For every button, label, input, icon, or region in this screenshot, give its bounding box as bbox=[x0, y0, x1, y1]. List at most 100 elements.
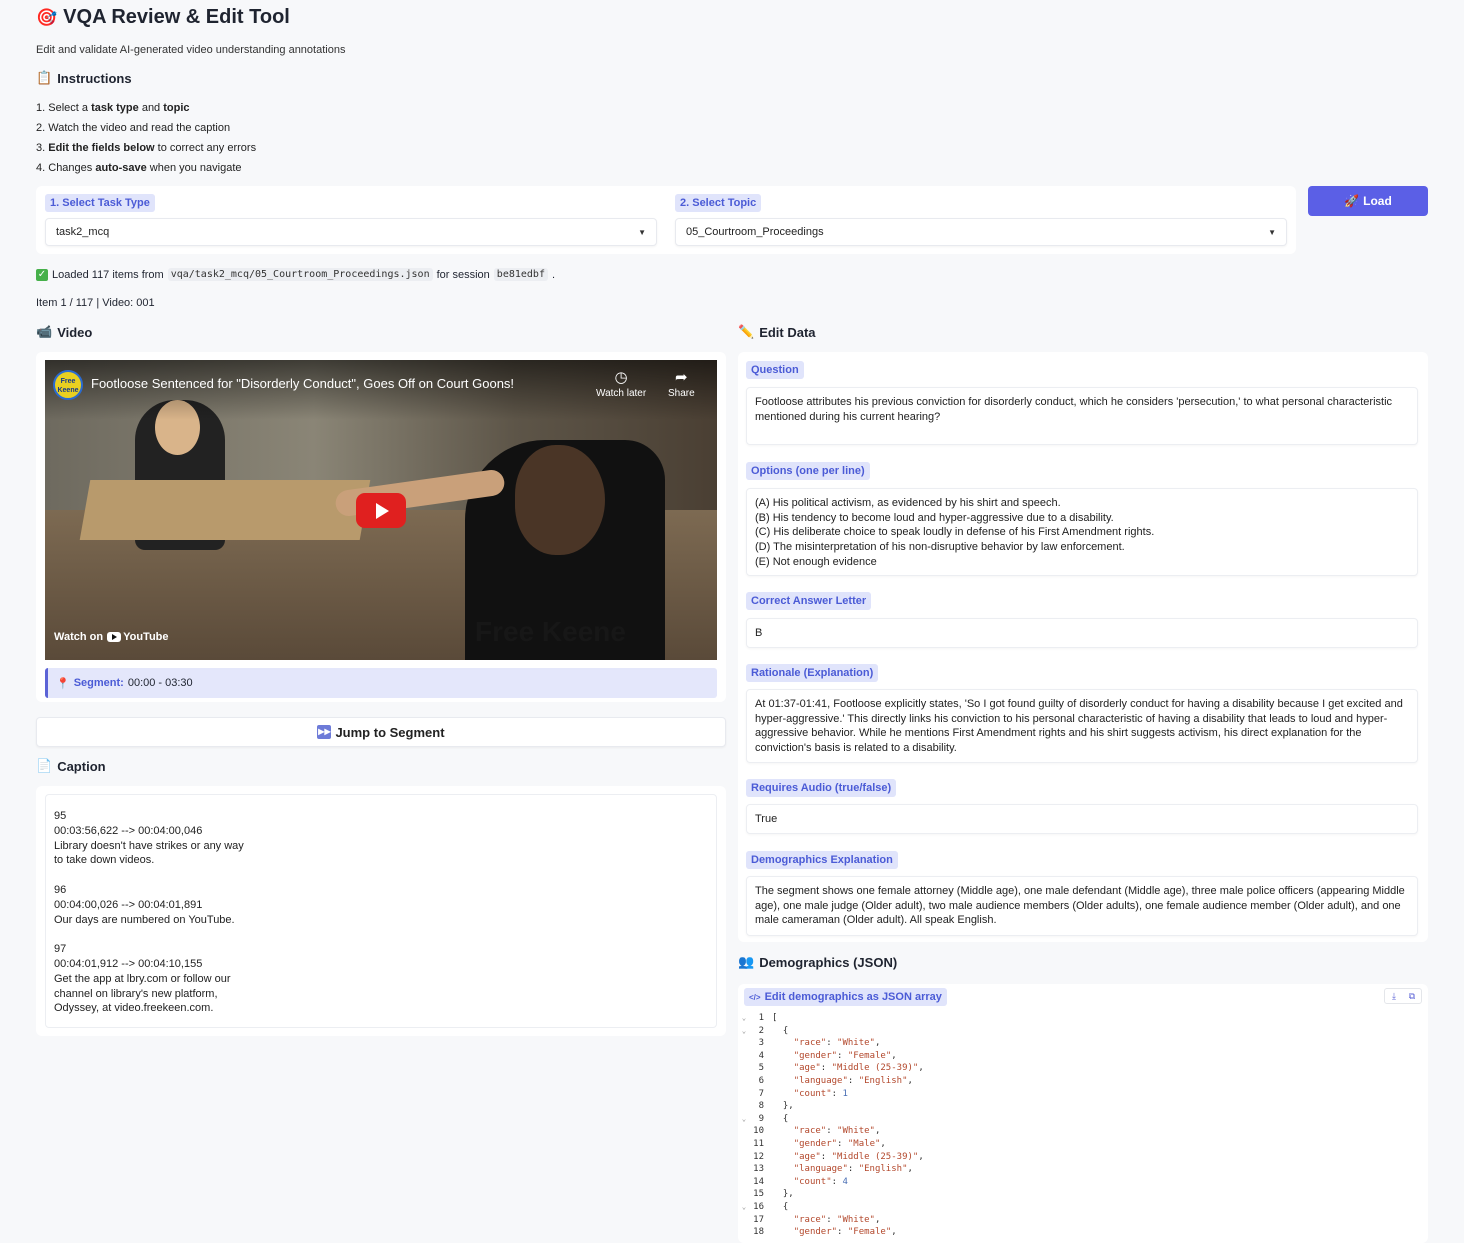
code-line: 11 "gender": "Male", bbox=[738, 1138, 924, 1151]
demographics-heading-text: Demographics (JSON) bbox=[759, 954, 898, 970]
code-text: }, bbox=[772, 1101, 794, 1112]
line-number: 2 bbox=[758, 1025, 764, 1036]
jump-to-segment-button[interactable]: ▶▶ Jump to Segment bbox=[36, 717, 726, 747]
channel-logo[interactable]: Free Keene bbox=[53, 370, 83, 400]
document-icon: 📄 bbox=[36, 758, 53, 773]
load-button-label: Load bbox=[1363, 194, 1392, 208]
topic-dropdown[interactable]: 05_Courtroom_Proceedings ▼ bbox=[675, 218, 1287, 246]
line-number: 16 bbox=[753, 1201, 764, 1212]
app-title-text: VQA Review & Edit Tool bbox=[63, 6, 290, 28]
line-number: 10 bbox=[753, 1126, 764, 1137]
video-camera-icon: 📹 bbox=[36, 324, 53, 339]
segment-value: 00:00 - 03:30 bbox=[127, 677, 193, 689]
audio-label: Requires Audio (true/false) bbox=[746, 779, 897, 797]
pin-icon: 📍 bbox=[56, 677, 70, 690]
code-line: 7 "count": 1 bbox=[738, 1088, 924, 1101]
caption-text[interactable]: 95 00:03:56,622 --> 00:04:00,046 Library… bbox=[45, 794, 717, 1028]
demographics-json-panel: </> Edit demographics as JSON array ⤓ ⧉ … bbox=[738, 984, 1428, 1243]
code-line: 3 "race": "White", bbox=[738, 1037, 924, 1050]
code-line: 10 "race": "White", bbox=[738, 1125, 924, 1138]
instructions-heading-text: Instructions bbox=[57, 70, 132, 86]
clipboard-icon: 📋 bbox=[36, 70, 53, 85]
instructions-heading: 📋 Instructions bbox=[36, 70, 132, 86]
video-player[interactable]: Free Keene Footloose Sentenced for "Diso… bbox=[45, 360, 717, 660]
code-text: "age": "Middle (25-39)", bbox=[793, 1063, 924, 1074]
edit-data-heading: ✏️ Edit Data bbox=[738, 324, 816, 340]
code-line: 14 "count": 4 bbox=[738, 1176, 924, 1189]
instruction-step: 4. Changes auto-save when you navigate bbox=[36, 162, 242, 174]
line-number: 14 bbox=[753, 1176, 764, 1187]
line-number: 11 bbox=[753, 1138, 764, 1149]
chevron-down-icon: ▼ bbox=[638, 227, 646, 237]
line-number: 17 bbox=[753, 1214, 764, 1225]
share-button[interactable]: ➦ Share bbox=[668, 368, 695, 399]
task-type-dropdown[interactable]: task2_mcq ▼ bbox=[45, 218, 657, 246]
load-button[interactable]: 🚀 Load bbox=[1308, 186, 1428, 216]
line-number: 15 bbox=[753, 1189, 764, 1200]
instruction-step: 1. Select a task type and topic bbox=[36, 102, 190, 114]
demographics-explanation-field[interactable]: The segment shows one female attorney (M… bbox=[746, 876, 1418, 936]
line-number: 3 bbox=[758, 1038, 764, 1049]
watch-on-youtube-link[interactable]: Watch on YouTube bbox=[54, 631, 169, 643]
task-type-label: 1. Select Task Type bbox=[45, 194, 155, 212]
code-text: }, bbox=[772, 1189, 794, 1200]
audio-field[interactable]: True bbox=[746, 804, 1418, 834]
code-text: "language": "English", bbox=[793, 1164, 913, 1175]
code-text: "gender": "Female", bbox=[793, 1050, 897, 1061]
instructions-list: 1. Select a task type and topic 2. Watch… bbox=[36, 98, 256, 178]
status-file-path: vqa/task2_mcq/05_Courtroom_Proceedings.j… bbox=[167, 268, 433, 281]
json-code-editor[interactable]: ⌄ 1[⌄ 2 {3 "race": "White", 4 "gender": "Fe… bbox=[738, 1012, 924, 1239]
status-middle: for session bbox=[436, 268, 490, 281]
question-field[interactable]: Footloose attributes his previous convic… bbox=[746, 387, 1418, 445]
download-icon[interactable]: ⤓ bbox=[1385, 989, 1403, 1003]
video-heading: 📹 Video bbox=[36, 324, 92, 340]
code-icon: </> bbox=[749, 992, 761, 1002]
pencil-icon: ✏️ bbox=[738, 324, 755, 339]
answer-field[interactable]: B bbox=[746, 618, 1418, 648]
code-text: "gender": "Female", bbox=[793, 1227, 897, 1238]
topic-label: 2. Select Topic bbox=[675, 194, 762, 212]
line-number: 18 bbox=[753, 1227, 764, 1238]
rationale-label: Rationale (Explanation) bbox=[746, 664, 879, 682]
fold-chevron-icon[interactable]: ⌄ bbox=[738, 1025, 750, 1038]
code-text: "language": "English", bbox=[793, 1075, 913, 1086]
rationale-field[interactable]: At 01:37-01:41, Footloose explicitly sta… bbox=[746, 689, 1418, 763]
app-subtitle: Edit and validate AI-generated video und… bbox=[36, 44, 346, 56]
status-message: ✓ Loaded 117 items from vqa/task2_mcq/05… bbox=[36, 268, 556, 281]
caption-heading-text: Caption bbox=[57, 758, 106, 774]
code-line: ⌄ 2 { bbox=[738, 1025, 924, 1038]
code-line: 5 "age": "Middle (25-39)", bbox=[738, 1062, 924, 1075]
code-line: 15 }, bbox=[738, 1188, 924, 1201]
chevron-down-icon: ▼ bbox=[1268, 227, 1276, 237]
code-line: 18 "gender": "Female", bbox=[738, 1226, 924, 1239]
fast-forward-icon: ▶▶ bbox=[317, 725, 332, 739]
fold-chevron-icon[interactable]: ⌄ bbox=[738, 1113, 750, 1126]
segment-info: 📍 Segment: 00:00 - 03:30 bbox=[45, 668, 717, 698]
question-label: Question bbox=[746, 361, 804, 379]
edit-data-panel: Question Footloose attributes his previo… bbox=[738, 352, 1428, 942]
code-line: ⌄ 16 { bbox=[738, 1201, 924, 1214]
instruction-step: 3. Edit the fields below to correct any … bbox=[36, 142, 257, 154]
copy-icon[interactable]: ⧉ bbox=[1403, 989, 1421, 1003]
rocket-icon: 🚀 bbox=[1344, 194, 1360, 208]
code-line: 4 "gender": "Female", bbox=[738, 1050, 924, 1063]
code-line: 6 "language": "English", bbox=[738, 1075, 924, 1088]
instruction-step: 2. Watch the video and read the caption bbox=[36, 122, 231, 134]
watch-later-button[interactable]: ◷ Watch later bbox=[596, 368, 646, 399]
line-number: 6 bbox=[758, 1075, 764, 1086]
video-title[interactable]: Footloose Sentenced for "Disorderly Cond… bbox=[91, 376, 514, 391]
line-number: 13 bbox=[753, 1164, 764, 1175]
fold-chevron-icon[interactable]: ⌄ bbox=[738, 1201, 750, 1214]
people-icon: 👥 bbox=[738, 954, 755, 969]
play-button[interactable] bbox=[356, 493, 406, 528]
fold-chevron-icon[interactable]: ⌄ bbox=[738, 1012, 750, 1025]
code-text: { bbox=[772, 1201, 789, 1212]
video-watermark: Free Keene bbox=[475, 616, 626, 647]
demographics-heading: 👥 Demographics (JSON) bbox=[738, 954, 897, 970]
code-text: "gender": "Male", bbox=[793, 1138, 886, 1149]
options-field[interactable]: (A) His political activism, as evidenced… bbox=[746, 488, 1418, 576]
segment-label: Segment: bbox=[73, 677, 124, 689]
json-editor-label: </> Edit demographics as JSON array bbox=[744, 988, 947, 1006]
code-text: "race": "White", bbox=[793, 1214, 881, 1225]
status-prefix: Loaded 117 items from bbox=[52, 268, 164, 281]
